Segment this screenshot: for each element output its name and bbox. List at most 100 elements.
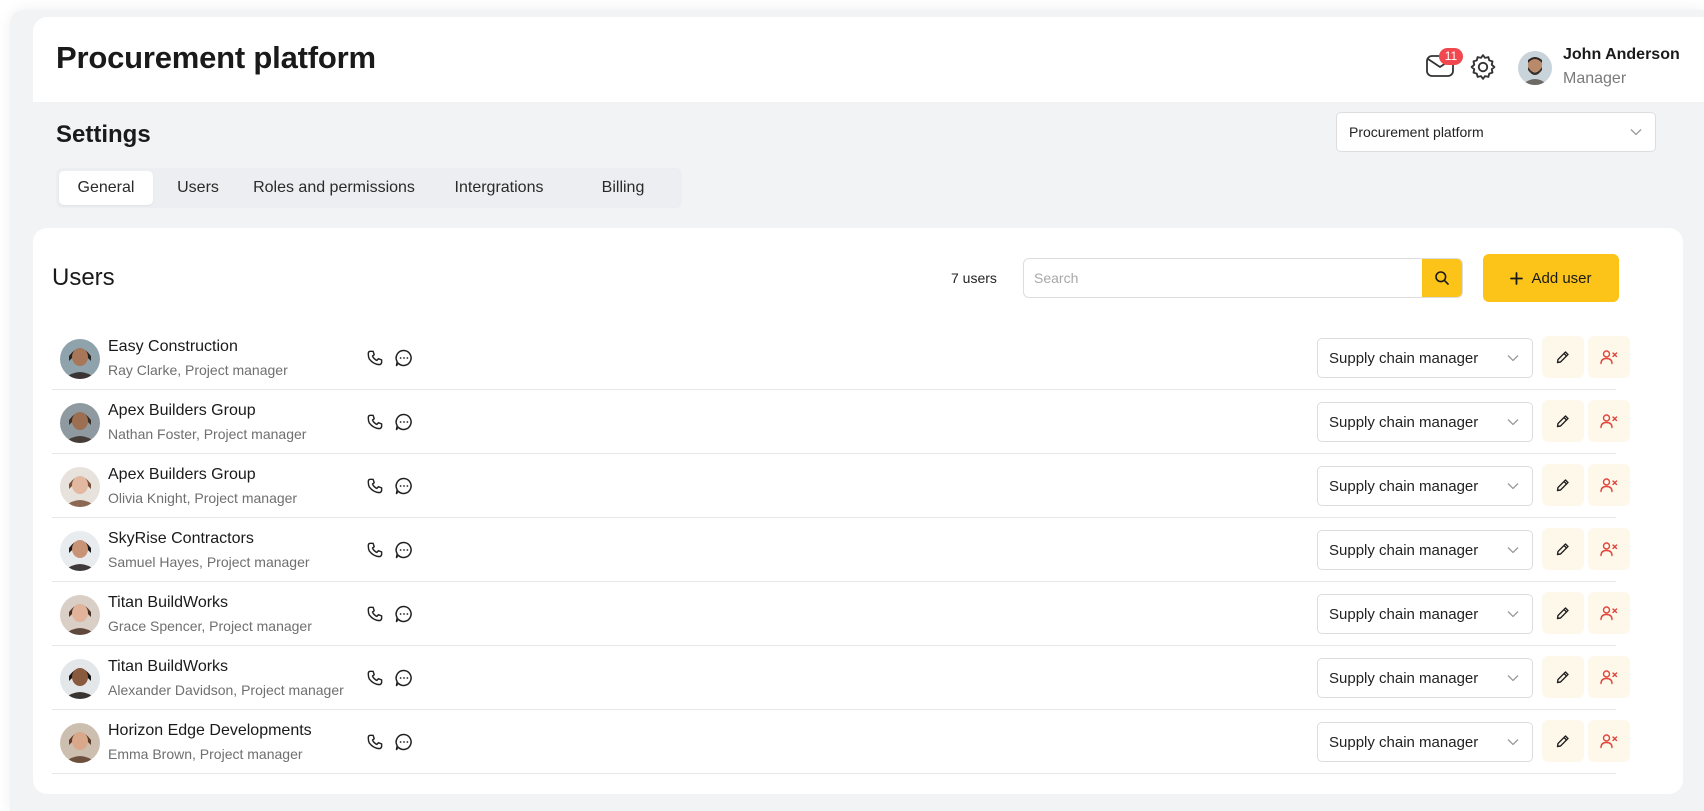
edit-icon bbox=[1556, 479, 1569, 492]
role-select[interactable]: Supply chain manager bbox=[1317, 594, 1533, 634]
search-box bbox=[1023, 258, 1463, 298]
edit-button[interactable] bbox=[1542, 464, 1584, 506]
contact-person: Olivia Knight, Project manager bbox=[108, 490, 298, 506]
remove-user-button[interactable] bbox=[1588, 336, 1630, 378]
tab-users[interactable]: Users bbox=[153, 171, 243, 205]
chevron-down-icon bbox=[1507, 675, 1519, 682]
avatar bbox=[60, 531, 100, 571]
company-name: Easy Construction bbox=[108, 338, 238, 355]
tab-integrations[interactable]: Intergrations bbox=[425, 171, 573, 205]
contact-person: Alexander Davidson, Project manager bbox=[108, 682, 344, 698]
users-count: 7 users bbox=[951, 270, 997, 286]
user-row: Apex Builders Group Nathan Foster, Proje… bbox=[52, 390, 1630, 454]
role-select[interactable]: Supply chain manager bbox=[1317, 722, 1533, 762]
role-select-value: Supply chain manager bbox=[1329, 605, 1479, 623]
chevron-down-icon bbox=[1507, 547, 1519, 554]
user-role: Manager bbox=[1563, 70, 1627, 87]
contact-person: Emma Brown, Project manager bbox=[108, 746, 303, 762]
company-name: Apex Builders Group bbox=[108, 402, 256, 419]
chat-icon[interactable] bbox=[394, 668, 414, 688]
chat-icon[interactable] bbox=[394, 732, 414, 752]
add-user-label: Add user bbox=[1531, 269, 1592, 287]
remove-user-icon bbox=[1600, 414, 1618, 429]
remove-user-button[interactable] bbox=[1588, 528, 1630, 570]
platform-select[interactable]: Procurement platform bbox=[1336, 112, 1656, 152]
edit-button[interactable] bbox=[1542, 400, 1584, 442]
edit-icon bbox=[1556, 671, 1569, 684]
user-name: John Anderson bbox=[1563, 46, 1680, 63]
role-select-value: Supply chain manager bbox=[1329, 413, 1479, 431]
remove-user-button[interactable] bbox=[1588, 400, 1630, 442]
avatar bbox=[60, 723, 100, 763]
add-user-button[interactable]: Add user bbox=[1483, 254, 1619, 302]
user-avatar[interactable] bbox=[1518, 51, 1552, 85]
user-row: Horizon Edge Developments Emma Brown, Pr… bbox=[52, 710, 1630, 774]
chevron-down-icon bbox=[1507, 419, 1519, 426]
chat-icon[interactable] bbox=[394, 412, 414, 432]
chat-icon[interactable] bbox=[394, 348, 414, 368]
remove-user-button[interactable] bbox=[1588, 656, 1630, 698]
remove-user-icon bbox=[1600, 734, 1618, 749]
company-name: Apex Builders Group bbox=[108, 466, 256, 483]
edit-button[interactable] bbox=[1542, 720, 1584, 762]
tab-general[interactable]: General bbox=[59, 171, 153, 205]
edit-button[interactable] bbox=[1542, 528, 1584, 570]
company-name: SkyRise Contractors bbox=[108, 530, 254, 547]
phone-icon[interactable] bbox=[365, 668, 385, 688]
platform-select-value: Procurement platform bbox=[1349, 124, 1484, 140]
tab-billing[interactable]: Billing bbox=[573, 171, 673, 205]
phone-icon[interactable] bbox=[365, 348, 385, 368]
contact-person: Grace Spencer, Project manager bbox=[108, 618, 312, 634]
gear-icon[interactable] bbox=[1467, 51, 1499, 83]
remove-user-button[interactable] bbox=[1588, 720, 1630, 762]
chevron-down-icon bbox=[1630, 129, 1642, 136]
user-row: SkyRise Contractors Samuel Hayes, Projec… bbox=[52, 518, 1630, 582]
search-button[interactable] bbox=[1422, 259, 1462, 297]
chevron-down-icon bbox=[1507, 355, 1519, 362]
avatar bbox=[60, 339, 100, 379]
role-select-value: Supply chain manager bbox=[1329, 541, 1479, 559]
edit-button[interactable] bbox=[1542, 336, 1584, 378]
edit-button[interactable] bbox=[1542, 656, 1584, 698]
phone-icon[interactable] bbox=[365, 540, 385, 560]
remove-user-button[interactable] bbox=[1588, 592, 1630, 634]
role-select[interactable]: Supply chain manager bbox=[1317, 658, 1533, 698]
phone-icon[interactable] bbox=[365, 732, 385, 752]
role-select[interactable]: Supply chain manager bbox=[1317, 466, 1533, 506]
chat-icon[interactable] bbox=[394, 540, 414, 560]
company-name: Horizon Edge Developments bbox=[108, 722, 312, 739]
edit-button[interactable] bbox=[1542, 592, 1584, 634]
users-list: Easy Construction Ray Clarke, Project ma… bbox=[52, 326, 1630, 774]
avatar bbox=[60, 403, 100, 443]
phone-icon[interactable] bbox=[365, 412, 385, 432]
chat-icon[interactable] bbox=[394, 476, 414, 496]
role-select[interactable]: Supply chain manager bbox=[1317, 530, 1533, 570]
phone-icon[interactable] bbox=[365, 604, 385, 624]
remove-user-icon bbox=[1600, 478, 1618, 493]
remove-user-icon bbox=[1600, 542, 1618, 557]
app-window: Procurement platform 11 John Anderson Ma… bbox=[10, 10, 1704, 811]
role-select[interactable]: Supply chain manager bbox=[1317, 338, 1533, 378]
avatar bbox=[60, 595, 100, 635]
edit-icon bbox=[1556, 607, 1569, 620]
contact-person: Nathan Foster, Project manager bbox=[108, 426, 307, 442]
user-row: Titan BuildWorks Alexander Davidson, Pro… bbox=[52, 646, 1630, 710]
phone-icon[interactable] bbox=[365, 476, 385, 496]
search-input[interactable] bbox=[1024, 259, 1420, 297]
company-name: Titan BuildWorks bbox=[108, 594, 229, 611]
user-row: Easy Construction Ray Clarke, Project ma… bbox=[52, 326, 1630, 390]
remove-user-button[interactable] bbox=[1588, 464, 1630, 506]
edit-icon bbox=[1556, 415, 1569, 428]
chat-icon[interactable] bbox=[394, 604, 414, 624]
role-select[interactable]: Supply chain manager bbox=[1317, 402, 1533, 442]
chevron-down-icon bbox=[1507, 611, 1519, 618]
edit-icon bbox=[1556, 543, 1569, 556]
users-card: Users 7 users Add user Easy Construction… bbox=[33, 228, 1683, 794]
top-bar: Procurement platform 11 John Anderson Ma… bbox=[33, 17, 1704, 102]
plus-icon bbox=[1510, 271, 1524, 285]
tab-roles-and-permissions[interactable]: Roles and permissions bbox=[243, 171, 425, 205]
app-title: Procurement platform bbox=[56, 40, 376, 75]
search-icon bbox=[1435, 271, 1449, 285]
role-select-value: Supply chain manager bbox=[1329, 477, 1479, 495]
remove-user-icon bbox=[1600, 350, 1618, 365]
